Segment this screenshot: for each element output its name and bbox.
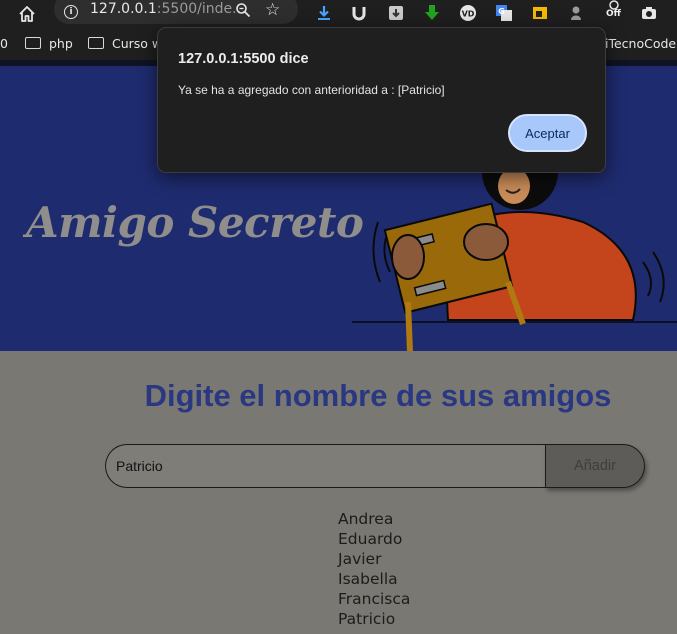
add-button[interactable]: Añadir bbox=[545, 444, 645, 488]
url-text[interactable]: 127.0.0.1:5500/inde... bbox=[90, 1, 245, 17]
bookmark-tecnocode[interactable]: iTecnoCode bbox=[605, 36, 676, 51]
bookmark-label: php bbox=[49, 36, 73, 51]
magnet-extension-icon[interactable] bbox=[350, 4, 368, 22]
address-bar[interactable]: i 127.0.0.1:5500/inde... ☆ bbox=[54, 0, 298, 24]
zoom-icon[interactable] bbox=[235, 2, 251, 18]
friends-list: Andrea Eduardo Javier Isabella Francisca… bbox=[338, 509, 410, 629]
list-item: Patricio bbox=[338, 610, 396, 628]
list-item: Francisca bbox=[338, 590, 411, 608]
friend-name-input[interactable] bbox=[105, 444, 545, 488]
bookmark-partial[interactable]: 0 bbox=[0, 36, 8, 51]
site-info-icon[interactable]: i bbox=[64, 5, 78, 19]
off-label: Off bbox=[606, 9, 621, 19]
dialog-title: 127.0.0.1:5500 dice bbox=[178, 51, 309, 67]
vd-extension-icon[interactable]: VD bbox=[459, 4, 477, 22]
list-item: Javier bbox=[338, 550, 382, 568]
download-icon[interactable] bbox=[315, 4, 333, 22]
green-arrow-icon[interactable] bbox=[423, 4, 441, 22]
folder-icon bbox=[25, 37, 41, 49]
dialog-message: Ya se ha a agregado con anterioridad a :… bbox=[178, 83, 445, 97]
app-title: Amigo Secreto bbox=[26, 198, 364, 247]
list-item: Eduardo bbox=[338, 530, 403, 548]
home-icon[interactable] bbox=[18, 5, 36, 23]
download-box-icon[interactable] bbox=[387, 4, 405, 22]
bookmark-php[interactable]: php bbox=[25, 36, 73, 51]
list-item: Isabella bbox=[338, 570, 398, 588]
accept-button[interactable]: Aceptar bbox=[508, 114, 587, 152]
list-item: Andrea bbox=[338, 510, 394, 528]
ghost-extension-icon[interactable] bbox=[567, 4, 585, 22]
gift-illustration bbox=[352, 162, 677, 351]
main-content: Digite el nombre de sus amigos Añadir An… bbox=[0, 351, 677, 634]
off-extension-icon[interactable]: Off bbox=[604, 0, 628, 26]
bookmark-star-icon[interactable]: ☆ bbox=[265, 0, 280, 20]
svg-text:G: G bbox=[498, 7, 505, 16]
add-friend-form: Añadir bbox=[105, 444, 645, 490]
camera-icon[interactable] bbox=[640, 4, 658, 22]
browser-toolbar: i 127.0.0.1:5500/inde... ☆ VD G Off bbox=[0, 0, 677, 28]
svg-text:VD: VD bbox=[462, 10, 475, 19]
page-heading: Digite el nombre de sus amigos bbox=[144, 378, 612, 413]
translate-icon[interactable]: G bbox=[495, 4, 513, 22]
alert-dialog: 127.0.0.1:5500 dice Ya se ha a agregado … bbox=[157, 27, 606, 173]
folder-icon bbox=[88, 37, 104, 49]
folder-extension-icon[interactable] bbox=[531, 4, 549, 22]
